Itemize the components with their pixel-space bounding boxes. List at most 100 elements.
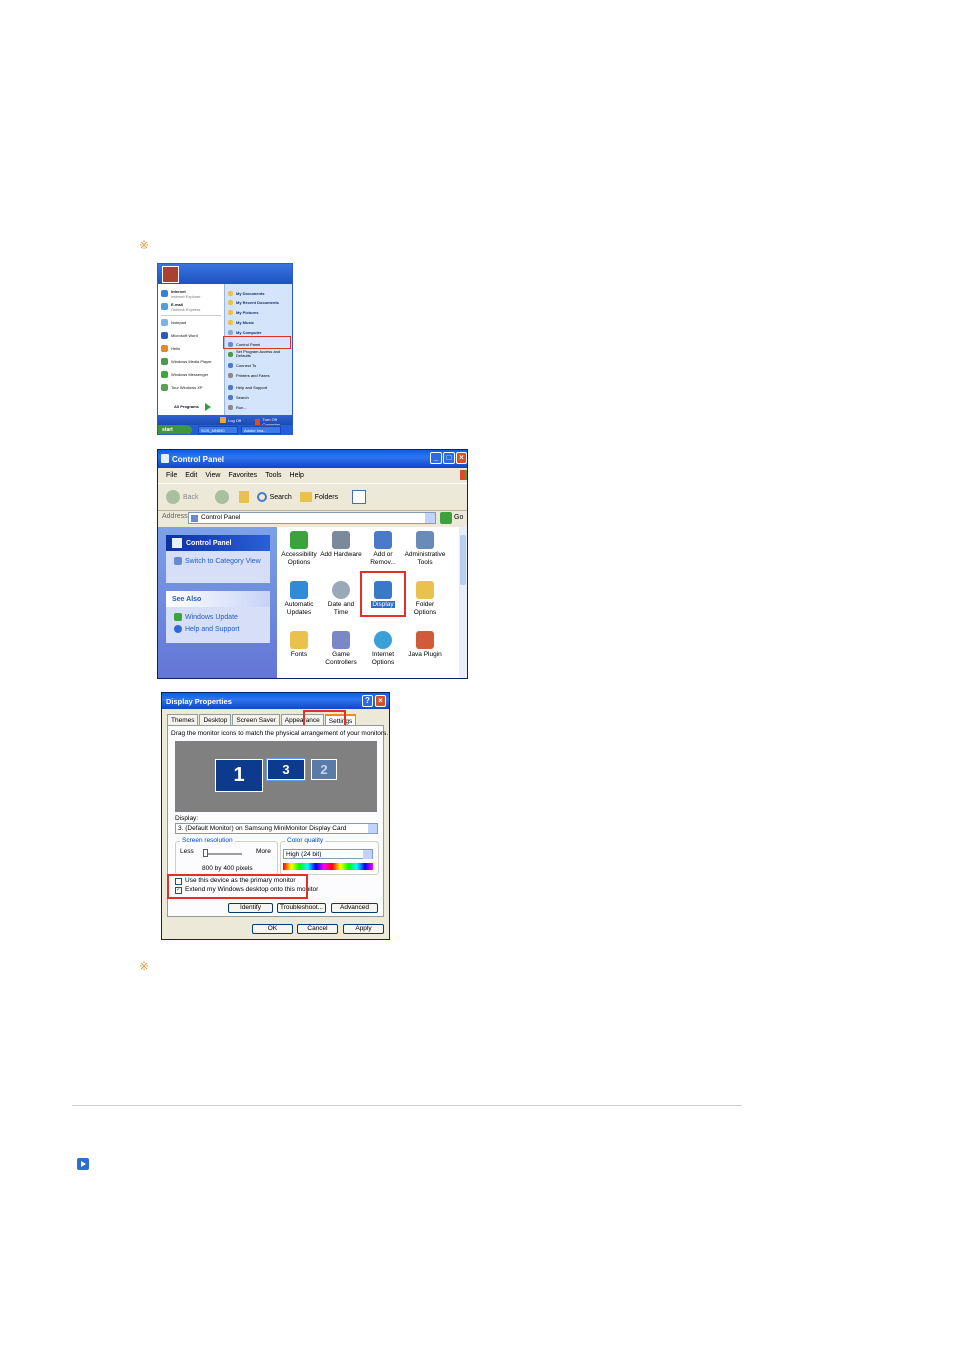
folders-button[interactable]: Folders — [315, 494, 338, 501]
back-icon[interactable] — [166, 490, 180, 504]
scrollbar-thumb[interactable] — [460, 535, 466, 585]
cp-item-java-plugin[interactable]: Java Plugin — [404, 631, 446, 659]
tab-desktop[interactable]: Desktop — [199, 714, 232, 725]
taskbar-item-sos[interactable]: SOS_MN890 — [198, 426, 238, 434]
add-hardware-icon — [332, 531, 350, 549]
cp-item-date-time[interactable]: Date and Time — [320, 581, 362, 617]
cp-item-add-remove[interactable]: Add or Remov... — [362, 531, 404, 567]
pinned-email[interactable]: E-mail Outlook Express — [161, 302, 200, 312]
color-quality-select[interactable]: High (24 bit) — [283, 849, 373, 859]
start-button[interactable]: start — [158, 425, 192, 434]
menu-my-documents-label: My Documents — [236, 290, 265, 296]
close-button[interactable]: × — [456, 452, 467, 464]
cp-item-internet-options[interactable]: Internet Options — [362, 631, 404, 667]
menu-program-access[interactable]: Set Program Access and Defaults — [228, 350, 290, 358]
task-pane: Control Panel Switch to Category View Se… — [158, 527, 277, 678]
cp-item-admin-tools[interactable]: Administrative Tools — [404, 531, 446, 567]
control-panel-screenshot: Control Panel _ □ × File Edit View Favor… — [157, 449, 468, 679]
menu-favorites[interactable]: Favorites — [228, 472, 257, 479]
cp-item-label: Controllers — [325, 659, 357, 666]
program-access-icon — [228, 351, 233, 357]
menu-my-pictures[interactable]: My Pictures — [228, 308, 258, 316]
cp-item-label: Add Hardware — [320, 551, 362, 558]
taskbar-item-adobe[interactable]: Adobe Ima... — [241, 426, 281, 434]
windows-update-label: Windows Update — [185, 613, 238, 621]
menu-my-recent[interactable]: My Recent Documents — [228, 298, 279, 306]
menu-edit[interactable]: Edit — [185, 472, 197, 479]
forward-icon[interactable] — [214, 490, 229, 504]
see-also-box: See Also Windows Update Help and Support — [166, 591, 270, 643]
recent-notepad[interactable]: Notepad — [161, 318, 186, 327]
cancel-button[interactable]: Cancel — [297, 924, 338, 934]
address-dropdown-icon[interactable] — [425, 513, 435, 523]
menu-tools[interactable]: Tools — [265, 472, 281, 479]
next-arrow-icon[interactable] — [77, 1158, 89, 1170]
troubleshoot-button[interactable]: Troubleshoot... — [277, 903, 326, 913]
all-programs[interactable]: All Programs — [174, 402, 211, 411]
go-button[interactable]: Go — [454, 514, 463, 521]
ok-button[interactable]: OK — [252, 924, 293, 934]
display-select[interactable]: 3. (Default Monitor) on Samsung MiniMoni… — [175, 823, 378, 834]
monitor-2[interactable]: 2 — [311, 759, 337, 780]
monitor-3[interactable]: 3 — [266, 758, 306, 781]
help-support-link[interactable]: Help and Support — [166, 623, 270, 635]
windows-update-link[interactable]: Windows Update — [166, 611, 270, 623]
identify-button[interactable]: Identify — [228, 903, 273, 913]
menu-my-documents[interactable]: My Documents — [228, 289, 264, 297]
menu-my-music[interactable]: My Music — [228, 318, 254, 326]
folders-icon[interactable] — [299, 492, 312, 502]
tab-screen-saver[interactable]: Screen Saver — [232, 714, 280, 725]
menu-help[interactable]: Help and Support — [228, 383, 267, 391]
go-icon[interactable] — [440, 512, 452, 524]
menu-my-pictures-label: My Pictures — [236, 309, 259, 315]
recent-hello[interactable]: Hello — [161, 344, 180, 353]
menu-my-computer[interactable]: My Computer — [228, 328, 262, 336]
cp-item-game-controllers[interactable]: Game Controllers — [320, 631, 362, 667]
cp-item-add-hardware[interactable]: Add Hardware — [320, 531, 362, 559]
monitor-1[interactable]: 1 — [215, 759, 263, 792]
apply-button[interactable]: Apply — [343, 924, 384, 934]
less-label: Less — [180, 848, 194, 855]
screen-resolution-group: Screen resolution Less More 800 by 400 p… — [175, 837, 278, 875]
menu-file[interactable]: File — [166, 472, 177, 479]
tab-themes[interactable]: Themes — [167, 714, 199, 725]
media-player-icon — [161, 358, 168, 365]
minimize-button[interactable]: _ — [430, 452, 442, 464]
menu-printers[interactable]: Printers and Faxes — [228, 371, 270, 379]
windows-update-icon — [174, 613, 182, 621]
help-button[interactable]: ? — [362, 695, 373, 707]
cp-item-accessibility[interactable]: Accessibility Options — [278, 531, 320, 567]
recent-tour[interactable]: Tour Windows XP — [161, 383, 203, 392]
recent-word[interactable]: Microsoft Word — [161, 331, 198, 340]
advanced-button[interactable]: Advanced — [331, 903, 378, 913]
cp-item-label: Tools — [417, 559, 433, 566]
close-button[interactable]: × — [375, 695, 386, 707]
address-cp-icon — [191, 515, 198, 522]
cp-item-label: Accessibility — [281, 551, 317, 558]
resolution-slider[interactable] — [203, 849, 208, 857]
cp-item-automatic-updates[interactable]: Automatic Updates — [278, 581, 320, 617]
menu-connect-to[interactable]: Connect To — [228, 361, 256, 369]
address-input[interactable]: Control Panel — [188, 512, 436, 524]
display-properties-title: Display Properties — [166, 696, 232, 706]
log-off-button[interactable]: Log Off — [220, 417, 241, 423]
cp-item-fonts[interactable]: Fonts — [278, 631, 320, 659]
menu-view[interactable]: View — [205, 472, 220, 479]
recent-media-player[interactable]: Windows Media Player — [161, 357, 212, 366]
up-folder-icon[interactable] — [238, 491, 249, 503]
search-icon[interactable] — [256, 492, 267, 502]
recent-hello-label: Hello — [171, 346, 181, 351]
recent-messenger[interactable]: Windows Messenger — [161, 370, 208, 379]
menu-help[interactable]: Help — [290, 472, 304, 479]
search-button[interactable]: Search — [270, 494, 292, 501]
menu-run[interactable]: Run... — [228, 403, 247, 411]
address-bar: Address Control Panel Go — [158, 510, 467, 526]
scrollbar[interactable] — [459, 527, 467, 678]
pinned-internet[interactable]: Internet Internet Explorer — [161, 289, 201, 299]
maximize-button[interactable]: □ — [443, 452, 455, 464]
menu-search[interactable]: Search — [228, 393, 249, 401]
views-icon[interactable] — [352, 490, 367, 504]
back-label[interactable]: Back — [183, 494, 199, 501]
cp-item-folder-options[interactable]: Folder Options — [404, 581, 446, 617]
switch-category-link[interactable]: Switch to Category View — [166, 555, 270, 567]
